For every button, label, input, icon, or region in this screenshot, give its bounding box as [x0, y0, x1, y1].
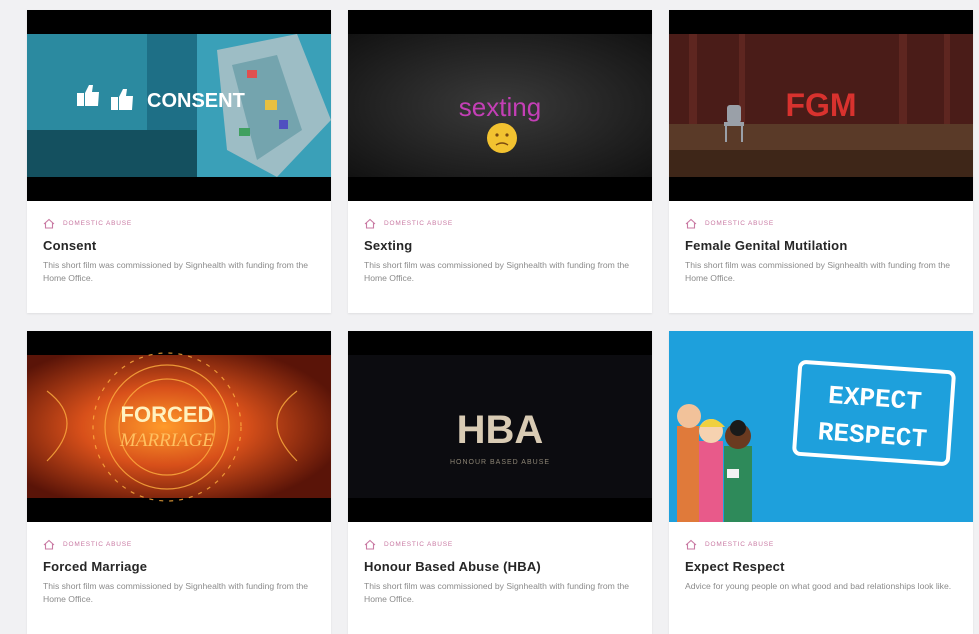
video-card-hba[interactable]: HBA HONOUR BASED ABUSE DOMESTIC ABUSE Ho… [348, 331, 652, 634]
category-label: DOMESTIC ABUSE [384, 219, 453, 227]
category-tag[interactable]: DOMESTIC ABUSE [364, 539, 636, 550]
video-thumbnail[interactable]: sexting [348, 10, 652, 201]
video-thumbnail[interactable]: CONSENT [27, 10, 331, 201]
category-label: DOMESTIC ABUSE [63, 540, 132, 548]
thumb-title-text: sexting [459, 92, 541, 122]
category-label: DOMESTIC ABUSE [384, 540, 453, 548]
home-icon [364, 218, 376, 229]
cartoon-people-icon [677, 404, 752, 522]
home-icon [43, 218, 55, 229]
video-thumbnail[interactable]: FORCED MARRIAGE [27, 331, 331, 522]
card-title[interactable]: Consent [43, 238, 315, 253]
category-tag[interactable]: DOMESTIC ABUSE [364, 218, 636, 229]
card-description: Advice for young people on what good and… [685, 581, 952, 591]
thumb-title-text: HBA [457, 408, 544, 452]
card-title[interactable]: Sexting [364, 238, 636, 253]
expect-respect-thumbnail-art: EXPECT RESPECT [669, 331, 973, 522]
video-card-forced-marriage[interactable]: FORCED MARRIAGE DOMESTIC ABUSE Forced Ma… [27, 331, 331, 634]
card-title[interactable]: Female Genital Mutilation [685, 238, 957, 253]
video-thumbnail[interactable]: FGM [669, 10, 973, 201]
category-tag[interactable]: DOMESTIC ABUSE [43, 539, 315, 550]
video-card-consent[interactable]: CONSENT DOMESTIC ABUSE Consent This shor… [27, 10, 331, 313]
consent-thumbnail-art: CONSENT [27, 10, 331, 201]
fgm-thumbnail-art: FGM [669, 10, 973, 201]
thumb-subtitle-text: HONOUR BASED ABUSE [450, 459, 550, 466]
card-description: This short film was commissioned by Sign… [364, 581, 630, 604]
video-card-sexting[interactable]: sexting DOMESTIC ABUSE Sexting This shor… [348, 10, 652, 313]
category-tag[interactable]: DOMESTIC ABUSE [43, 218, 315, 229]
home-icon [685, 218, 697, 229]
video-card-expect-respect[interactable]: EXPECT RESPECT DOMESTIC ABUSE Expect Res… [669, 331, 973, 634]
card-description: This short film was commissioned by Sign… [685, 260, 951, 283]
card-description: This short film was commissioned by Sign… [43, 581, 309, 604]
video-thumbnail[interactable]: HBA HONOUR BASED ABUSE [348, 331, 652, 522]
video-card-grid: CONSENT DOMESTIC ABUSE Consent This shor… [27, 10, 973, 634]
thumb-subtitle-text: MARRIAGE [119, 430, 214, 451]
card-title[interactable]: Expect Respect [685, 559, 957, 574]
video-thumbnail[interactable]: EXPECT RESPECT [669, 331, 973, 522]
card-description: This short film was commissioned by Sign… [364, 260, 630, 283]
home-icon [685, 539, 697, 550]
thumb-title-text: FGM [785, 87, 856, 123]
home-icon [364, 539, 376, 550]
forced-marriage-thumbnail-art: FORCED MARRIAGE [27, 331, 331, 522]
category-label: DOMESTIC ABUSE [705, 540, 774, 548]
category-tag[interactable]: DOMESTIC ABUSE [685, 218, 957, 229]
home-icon [43, 539, 55, 550]
card-description: This short film was commissioned by Sign… [43, 260, 309, 283]
sad-face-emoji-icon [487, 123, 517, 153]
thumb-title-text: CONSENT [147, 90, 245, 112]
category-label: DOMESTIC ABUSE [705, 219, 774, 227]
thumb-title-text: FORCED [121, 402, 214, 427]
category-tag[interactable]: DOMESTIC ABUSE [685, 539, 957, 550]
video-card-fgm[interactable]: FGM DOMESTIC ABUSE Female Genital Mutila… [669, 10, 973, 313]
category-label: DOMESTIC ABUSE [63, 219, 132, 227]
card-title[interactable]: Honour Based Abuse (HBA) [364, 559, 636, 574]
hba-thumbnail-art: HBA HONOUR BASED ABUSE [348, 331, 652, 522]
sexting-thumbnail-art: sexting [348, 10, 652, 201]
card-title[interactable]: Forced Marriage [43, 559, 315, 574]
